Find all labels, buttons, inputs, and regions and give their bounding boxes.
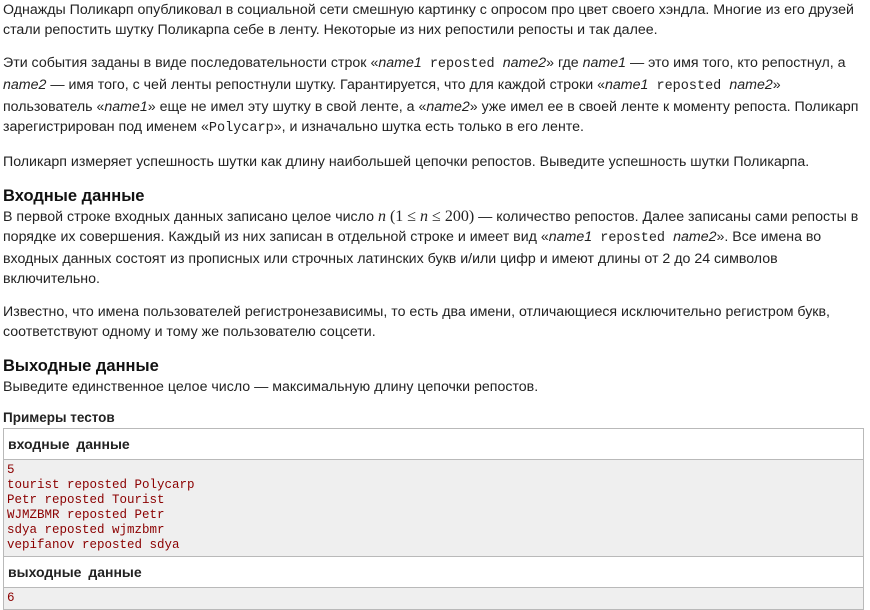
sample-input-line: tourist reposted Polycarp [7, 478, 195, 492]
statement-paragraph-2: Эти события заданы в виде последовательн… [3, 55, 859, 136]
sample-output-body[interactable]: 6 [4, 588, 863, 609]
examples-title: Примеры тестов [3, 410, 115, 425]
input-section-title: Входные данные [3, 187, 145, 205]
sample-input-header: входные данные [4, 429, 863, 460]
statement-paragraph-1: Однажды Поликарп опубликовал в социально… [3, 2, 854, 38]
sample-input-line: vepifanov reposted sdya [7, 538, 180, 552]
sample-output-line: 6 [7, 591, 15, 605]
sample-test: входные данные 5 tourist reposted Polyca… [3, 428, 864, 610]
sample-input-line: Petr reposted Tourist [7, 493, 165, 507]
input-paragraph-2: Известно, что имена пользователей регист… [3, 304, 830, 340]
output-section-title: Выходные данные [3, 357, 159, 375]
sample-input-line: sdya reposted wjmzbmr [7, 523, 165, 537]
sample-input-line: WJMZBMR reposted Petr [7, 508, 165, 522]
input-paragraph-1: В первой строке входных данных записано … [3, 208, 859, 287]
sample-input-body[interactable]: 5 tourist reposted Polycarp Petr reposte… [4, 460, 863, 557]
problem-statement: Однажды Поликарп опубликовал в социально… [0, 0, 870, 610]
statement-paragraph-3: Поликарп измеряет успешность шутки как д… [3, 154, 810, 170]
sample-output-header: выходные данные [4, 557, 863, 588]
sample-input-line: 5 [7, 463, 15, 477]
output-paragraph-1: Выведите единственное целое число — макс… [3, 379, 539, 395]
math-expression: n (1 ≤ n ≤ 200) [377, 208, 475, 225]
